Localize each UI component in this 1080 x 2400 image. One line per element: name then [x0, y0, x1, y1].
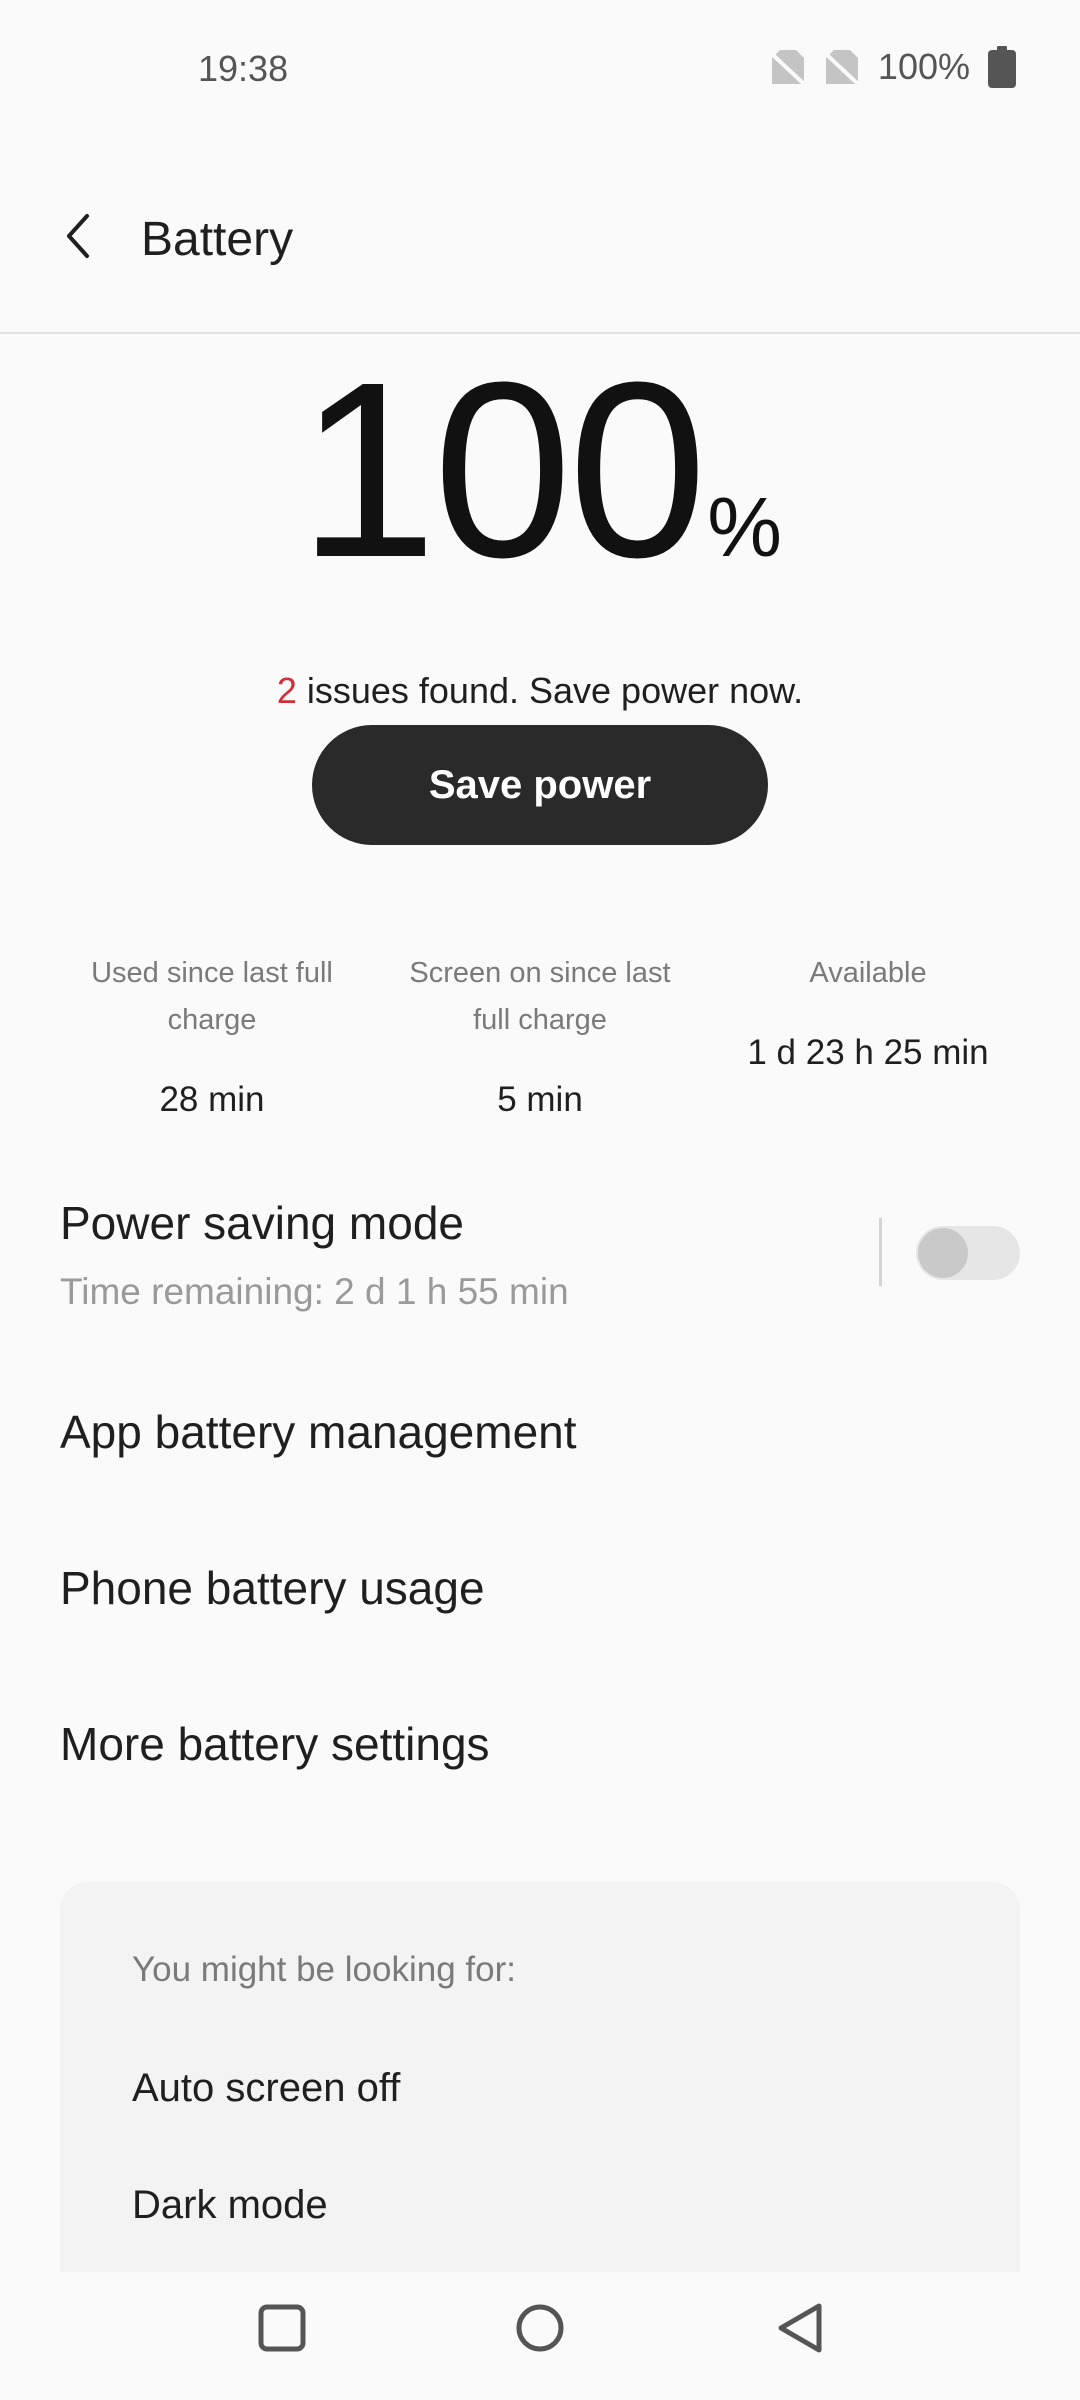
issues-text: issues found. Save power now. [296, 670, 804, 711]
status-icons: 100% [770, 46, 1016, 88]
home-button[interactable] [510, 2300, 570, 2360]
no-sim-icon [824, 48, 860, 86]
toggle-knob [918, 1228, 968, 1278]
battery-level-number: 100 [298, 330, 707, 609]
stat-label: Used since last full charge [91, 957, 333, 1036]
stat-screen-on: Screen on since last full charge 5 min [390, 950, 690, 1120]
issues-message: 2 issues found. Save power now. [0, 670, 1080, 712]
battery-percent-sign: % [707, 480, 782, 574]
power-saving-time-remaining: Time remaining: 2 d 1 h 55 min [60, 1271, 569, 1312]
stat-value: 28 min [159, 1080, 265, 1119]
stat-value: 5 min [497, 1080, 583, 1119]
stat-label: Screen on since last full charge [409, 957, 671, 1036]
app-battery-management-item[interactable]: App battery management [60, 1405, 577, 1459]
page-title: Battery [141, 213, 294, 266]
recents-square-icon [258, 2304, 306, 2357]
home-circle-icon [515, 2303, 565, 2358]
toggle-divider [879, 1218, 882, 1286]
battery-percent-text: 100% [877, 46, 970, 87]
battery-full-icon [988, 46, 1016, 88]
more-battery-settings-item[interactable]: More battery settings [60, 1717, 490, 1771]
chevron-left-icon [63, 212, 93, 265]
back-button[interactable] [56, 210, 100, 266]
suggestions-heading: You might be looking for: [132, 1950, 516, 1989]
recents-button[interactable] [252, 2300, 312, 2360]
stat-available: Available 1 d 23 h 25 min [718, 950, 1018, 1073]
back-nav-button[interactable] [770, 2300, 830, 2360]
no-sim-icon [770, 48, 806, 86]
stat-used-since-charge: Used since last full charge 28 min [62, 950, 362, 1120]
power-saving-mode-title[interactable]: Power saving mode [60, 1196, 464, 1250]
stat-label: Available [809, 957, 927, 989]
stat-value: 1 d 23 h 25 min [747, 1033, 989, 1072]
save-power-button[interactable]: Save power [312, 725, 768, 845]
suggestion-dark-mode[interactable]: Dark mode [132, 2183, 328, 2228]
battery-level-display: 100% [0, 345, 1080, 595]
phone-battery-usage-item[interactable]: Phone battery usage [60, 1561, 485, 1615]
suggestion-auto-screen-off[interactable]: Auto screen off [132, 2066, 400, 2111]
status-time: 19:38 [198, 48, 289, 89]
issues-count: 2 [276, 670, 297, 711]
back-triangle-icon [775, 2302, 825, 2359]
